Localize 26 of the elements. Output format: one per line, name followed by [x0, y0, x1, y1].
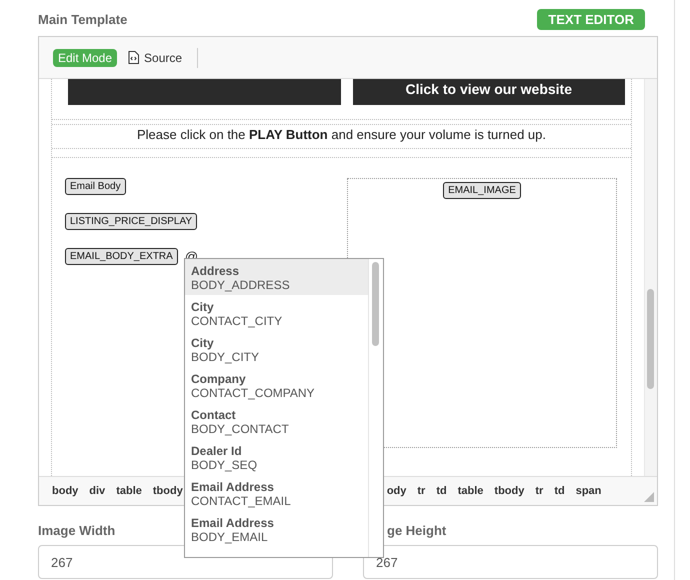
path-element[interactable]: table	[458, 485, 484, 497]
instruction-text: Please click on the PLAY Button and ensure your volume is turned up.	[52, 124, 631, 149]
path-element[interactable]: tr	[417, 485, 426, 497]
placeholder-tag[interactable]: EMAIL_IMAGE	[443, 182, 521, 199]
path-element[interactable]: tr	[535, 485, 544, 497]
path-element[interactable]: span	[576, 485, 602, 497]
path-element[interactable]: table	[116, 485, 142, 497]
source-file-icon	[128, 51, 140, 64]
placeholder-tag[interactable]: EMAIL_BODY_EXTRA	[65, 248, 178, 265]
path-element[interactable]: tbody	[494, 485, 524, 497]
resize-handle[interactable]	[644, 492, 654, 502]
field-label: ge Height	[387, 523, 448, 538]
dropdown-option[interactable]: Address BODY_ADDRESS	[185, 259, 368, 295]
input-field[interactable]: 267	[363, 545, 658, 579]
source-button[interactable]: Source	[123, 48, 188, 66]
path-element[interactable]: ody	[386, 485, 406, 497]
placeholder-tag[interactable]: Email Body	[65, 178, 126, 195]
website-link[interactable]: Click to view our website	[406, 79, 572, 97]
path-element[interactable]: body	[52, 485, 78, 497]
path-element[interactable]: td	[554, 485, 565, 497]
path-element[interactable]: tbody	[152, 485, 183, 497]
path-element[interactable]: td	[436, 485, 447, 497]
scrollbar[interactable]	[644, 79, 657, 476]
path-element[interactable]: div	[89, 485, 106, 497]
section-title: Main Template	[38, 12, 128, 26]
placeholder-tag[interactable]: LISTING_PRICE_DISPLAY	[65, 213, 198, 230]
